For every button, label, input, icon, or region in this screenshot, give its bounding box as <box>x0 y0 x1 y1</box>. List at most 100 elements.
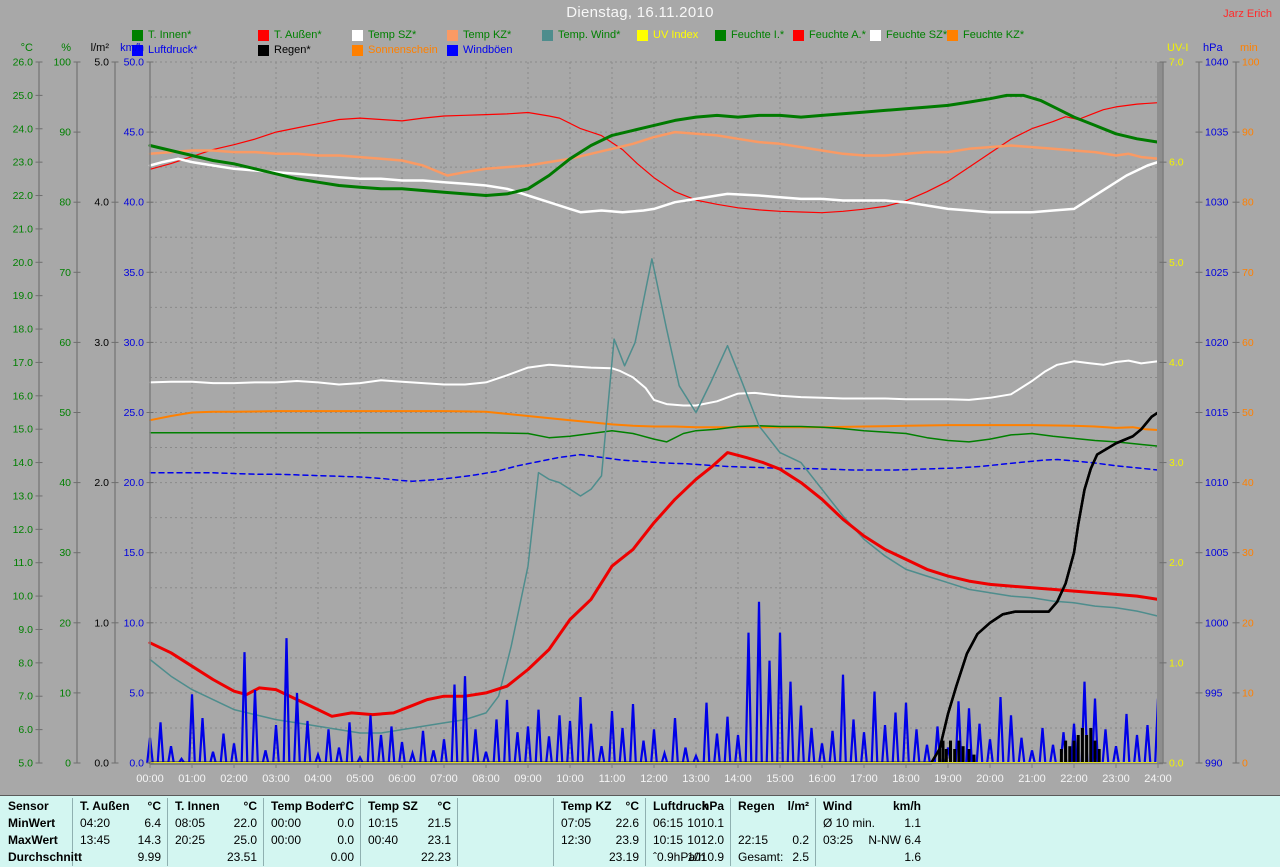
stat-cell: 1012.0 <box>687 833 724 847</box>
stat-cell: 22.23 <box>420 850 451 864</box>
svg-text:14.0: 14.0 <box>13 457 34 469</box>
x-axis-labels: 00:00 01:00 02:00 03:00 04:00 05:00 06:00 07:00… <box>136 763 1172 785</box>
svg-text:18.0: 18.0 <box>13 324 34 336</box>
stat-cell: Durchschnitt <box>8 850 83 864</box>
stat-cell: 23.51 <box>226 850 257 864</box>
svg-text:30.0: 30.0 <box>124 337 145 349</box>
svg-text:90: 90 <box>59 127 71 139</box>
svg-text:02:00: 02:00 <box>220 773 248 785</box>
svg-text:5.0: 5.0 <box>94 57 109 69</box>
svg-text:70: 70 <box>1242 267 1254 279</box>
svg-text:20.0: 20.0 <box>13 257 34 269</box>
svg-text:23:00: 23:00 <box>1102 773 1130 785</box>
svg-text:1020: 1020 <box>1205 337 1229 349</box>
table-separator <box>167 798 168 866</box>
svg-text:60: 60 <box>1242 337 1254 349</box>
stat-cell: 9.99 <box>137 850 161 864</box>
svg-text:80: 80 <box>59 197 71 209</box>
svg-text:30: 30 <box>1242 547 1254 559</box>
svg-text:1000: 1000 <box>1205 617 1229 629</box>
axis-unit-label: hPa <box>1203 42 1223 54</box>
svg-text:20:00: 20:00 <box>976 773 1004 785</box>
axis-unit-label: °C <box>21 42 33 54</box>
svg-text:80: 80 <box>1242 197 1254 209</box>
svg-text:8.0: 8.0 <box>18 657 33 669</box>
stat-cell: 2.5 <box>792 850 809 864</box>
svg-text:0.0: 0.0 <box>129 758 144 770</box>
table-separator <box>730 798 731 866</box>
svg-text:22.0: 22.0 <box>13 190 34 202</box>
axis-unit-label: km/h <box>120 42 144 54</box>
stat-cell: °C <box>340 799 354 813</box>
grid <box>149 61 1159 764</box>
svg-text:13:00: 13:00 <box>682 773 710 785</box>
svg-text:00:00: 00:00 <box>136 773 164 785</box>
svg-text:16:00: 16:00 <box>808 773 836 785</box>
svg-text:100: 100 <box>1242 57 1260 69</box>
svg-text:1.0: 1.0 <box>94 617 109 629</box>
svg-text:15.0: 15.0 <box>124 547 145 559</box>
weather-app-window: Dienstag, 16.11.2010 Jarz Erich T. Innen… <box>0 0 1280 867</box>
stat-cell: °C <box>625 799 639 813</box>
svg-text:2.0: 2.0 <box>1169 557 1184 569</box>
svg-text:24:00: 24:00 <box>1144 773 1172 785</box>
svg-text:20: 20 <box>1242 617 1254 629</box>
svg-text:21:00: 21:00 <box>1018 773 1046 785</box>
table-separator <box>815 798 816 866</box>
svg-text:4.0: 4.0 <box>94 197 109 209</box>
stat-cell: 0.2 <box>792 833 809 847</box>
svg-text:14:00: 14:00 <box>724 773 752 785</box>
stat-cell: MinWert <box>8 816 56 830</box>
svg-text:4.0: 4.0 <box>1169 357 1184 369</box>
svg-text:90: 90 <box>1242 127 1254 139</box>
svg-text:12:00: 12:00 <box>640 773 668 785</box>
svg-text:21.0: 21.0 <box>13 223 34 235</box>
svg-text:990: 990 <box>1205 758 1223 770</box>
svg-text:10.0: 10.0 <box>124 617 145 629</box>
svg-text:12.0: 12.0 <box>13 524 34 536</box>
axis-unit-label: UV-I <box>1167 42 1188 54</box>
svg-text:23.0: 23.0 <box>13 157 34 169</box>
svg-text:16.0: 16.0 <box>13 390 34 402</box>
axis-unit-label: l/m² <box>91 42 110 54</box>
stat-cell: Sensor <box>8 799 49 813</box>
svg-text:0: 0 <box>65 758 71 770</box>
svg-text:22:00: 22:00 <box>1060 773 1088 785</box>
svg-text:5.0: 5.0 <box>129 687 144 699</box>
svg-text:10: 10 <box>59 687 71 699</box>
svg-text:15:00: 15:00 <box>766 773 794 785</box>
svg-text:25.0: 25.0 <box>124 407 145 419</box>
svg-text:10: 10 <box>1242 687 1254 699</box>
svg-text:3.0: 3.0 <box>94 337 109 349</box>
svg-text:10:00: 10:00 <box>556 773 584 785</box>
stat-cell: 0.0 <box>337 833 354 847</box>
svg-text:25.0: 25.0 <box>13 90 34 102</box>
svg-text:995: 995 <box>1205 687 1223 699</box>
stat-cell: 22.0 <box>233 816 257 830</box>
svg-text:03:00: 03:00 <box>262 773 290 785</box>
svg-text:50.0: 50.0 <box>124 57 145 69</box>
stat-cell: 23.1 <box>427 833 451 847</box>
table-separator <box>360 798 361 866</box>
svg-text:05:00: 05:00 <box>346 773 374 785</box>
svg-text:20: 20 <box>59 617 71 629</box>
svg-text:1040: 1040 <box>1205 57 1229 69</box>
stat-cell: N-NW 6.4 <box>868 833 921 847</box>
stat-cell: 21.5 <box>427 816 451 830</box>
svg-text:50: 50 <box>59 407 71 419</box>
svg-text:17:00: 17:00 <box>850 773 878 785</box>
svg-text:08:00: 08:00 <box>472 773 500 785</box>
svg-text:40.0: 40.0 <box>124 197 145 209</box>
svg-text:13.0: 13.0 <box>13 490 34 502</box>
svg-text:5.0: 5.0 <box>18 758 33 770</box>
svg-text:04:00: 04:00 <box>304 773 332 785</box>
stat-cell: °C <box>147 799 161 813</box>
svg-text:3.0: 3.0 <box>1169 457 1184 469</box>
svg-text:6.0: 6.0 <box>1169 157 1184 169</box>
stat-cell: °C <box>243 799 257 813</box>
svg-text:11:00: 11:00 <box>599 773 626 785</box>
svg-text:26.0: 26.0 <box>13 57 34 69</box>
stat-cell: km/h <box>892 799 921 813</box>
svg-text:6.0: 6.0 <box>18 724 33 736</box>
stat-cell: 23.19 <box>608 850 639 864</box>
